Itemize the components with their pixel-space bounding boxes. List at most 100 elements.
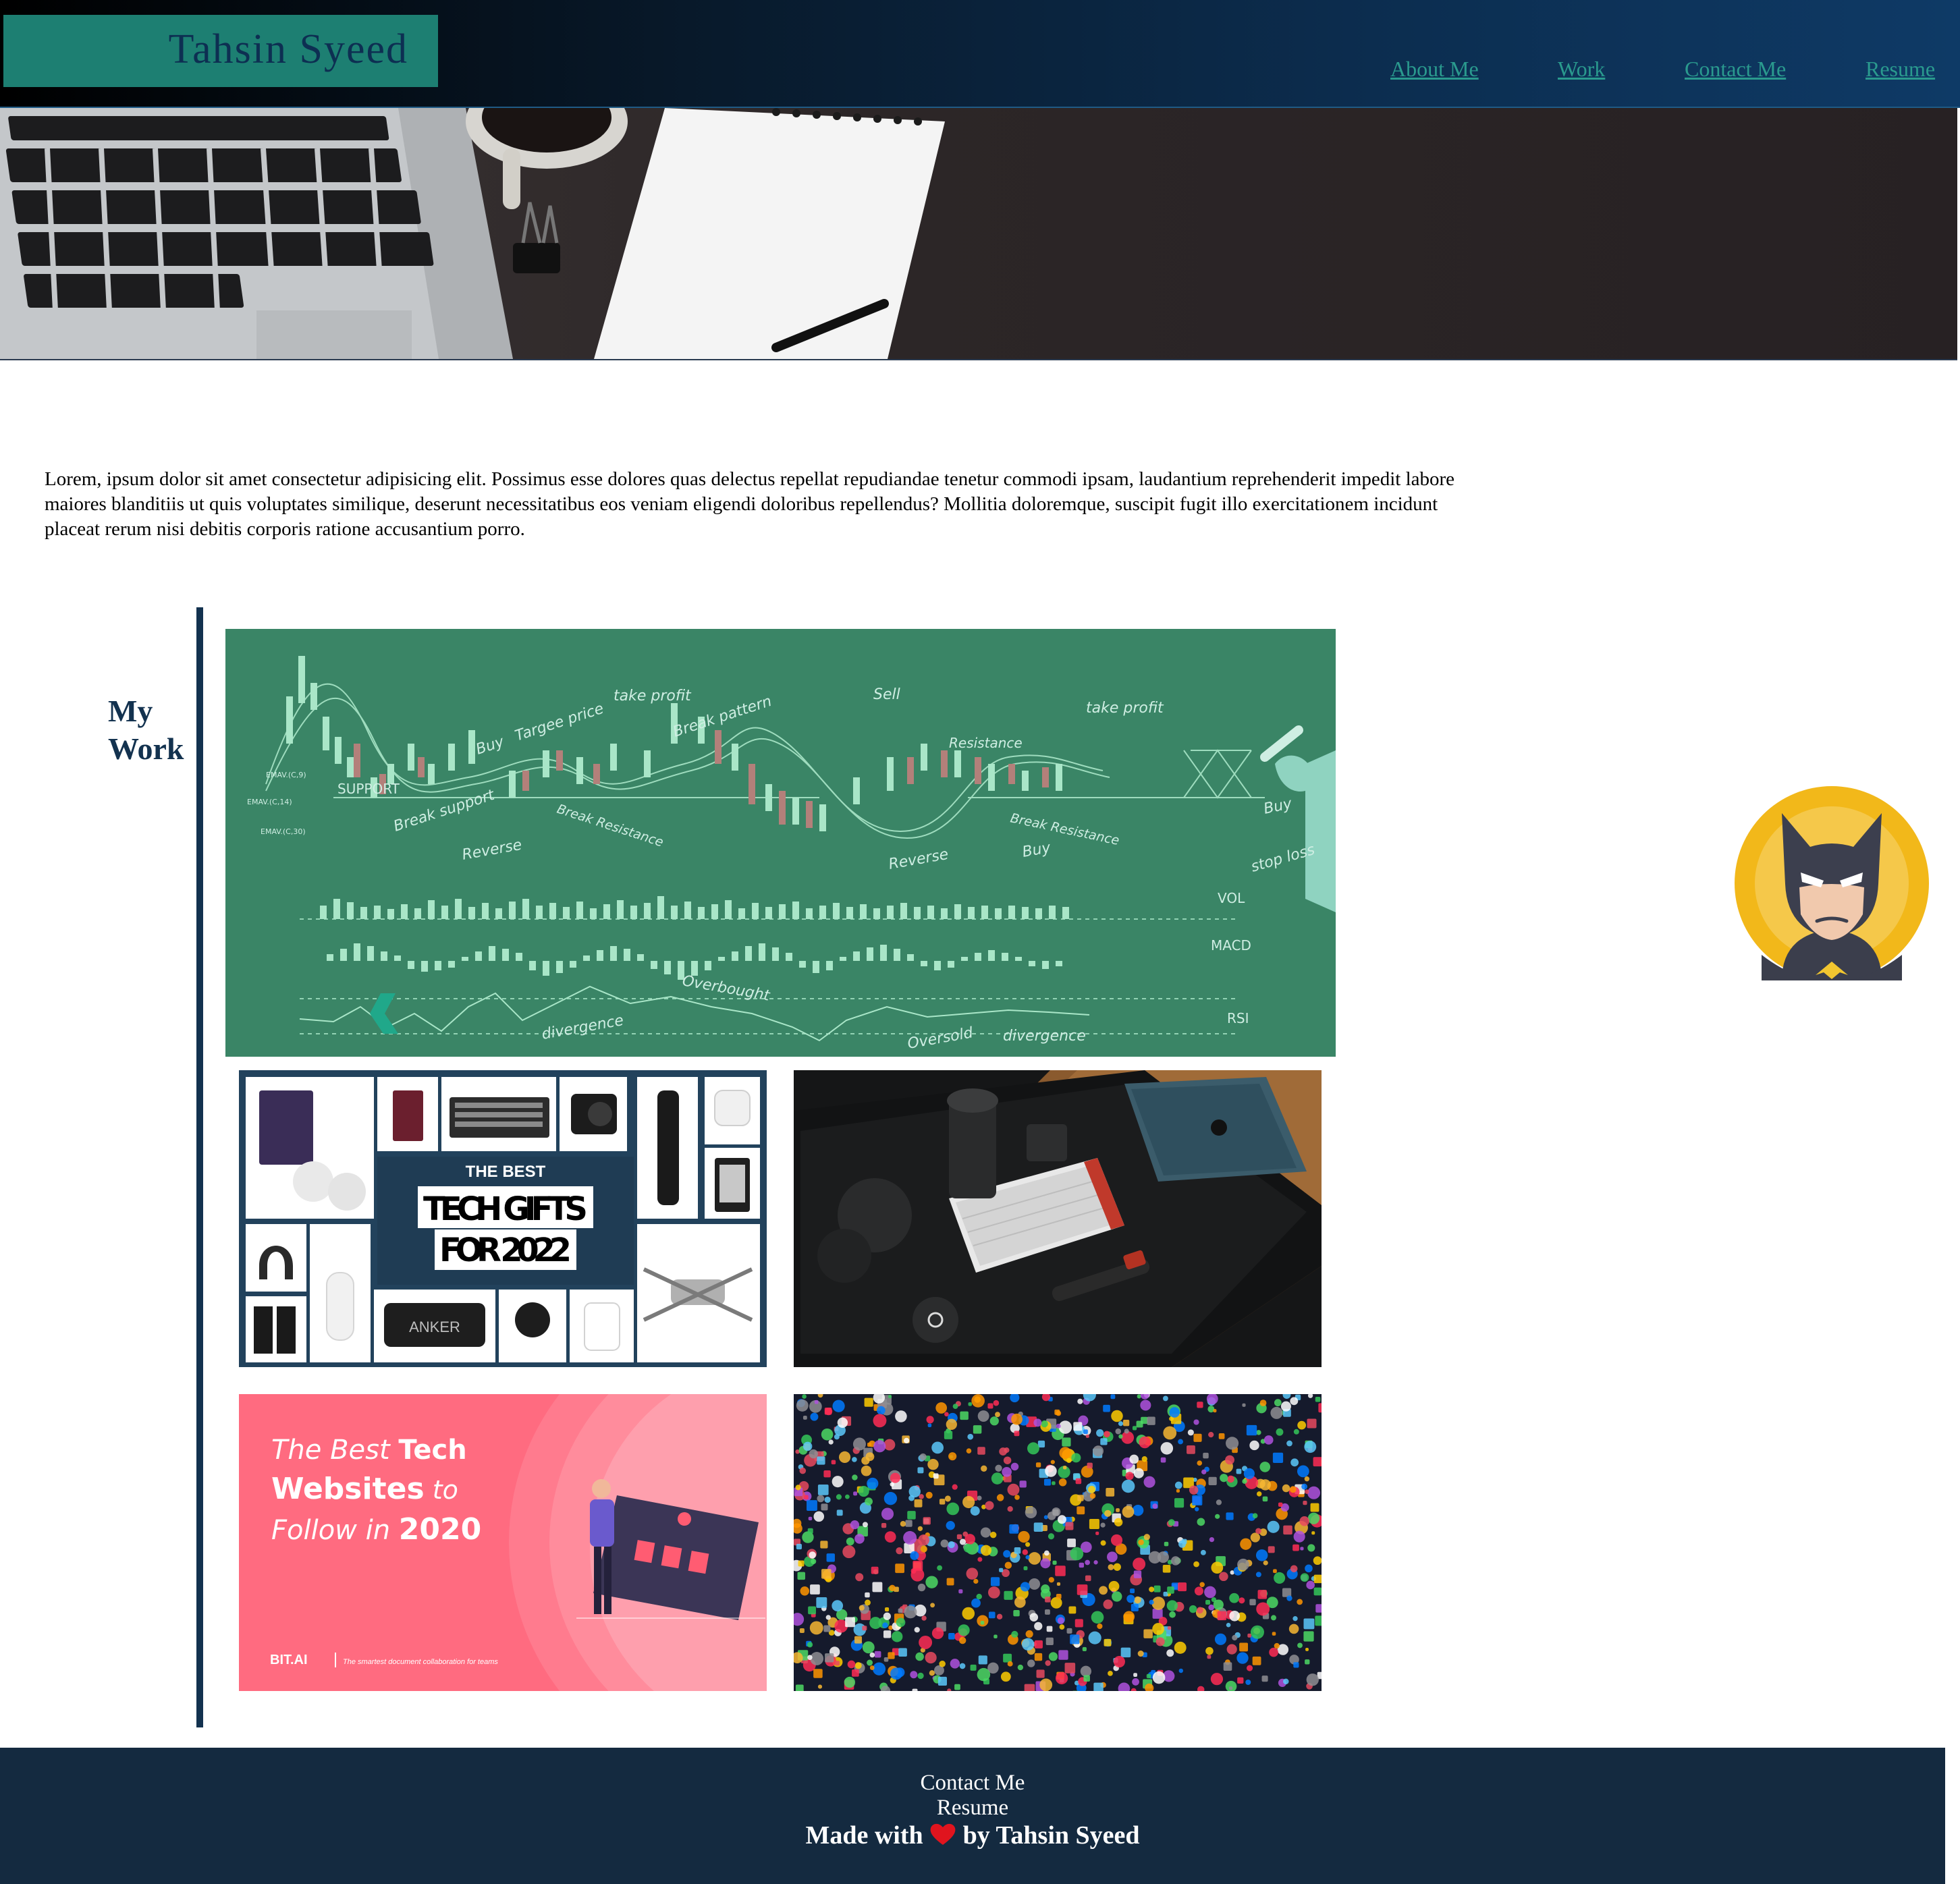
collage-icon	[1225, 1455, 1234, 1465]
work-image-desk-setup[interactable]	[794, 1070, 1322, 1367]
collage-icon	[1068, 1606, 1077, 1614]
work-image-app-icons-collage[interactable]	[794, 1394, 1322, 1691]
collage-icon	[1245, 1679, 1251, 1685]
gifts-line1: THE BEST	[466, 1163, 546, 1181]
collage-icon	[854, 1636, 863, 1644]
collage-icon	[1033, 1522, 1043, 1532]
collage-icon	[903, 1530, 917, 1545]
avatar[interactable]	[1735, 786, 1929, 982]
collage-icon	[1255, 1572, 1261, 1578]
collage-icon	[1003, 1456, 1012, 1464]
collage-icon	[962, 1495, 975, 1509]
collage-icon	[1058, 1478, 1067, 1487]
footer-resume-link[interactable]: Resume	[0, 1796, 1945, 1821]
collage-icon	[1300, 1573, 1309, 1582]
collage-icon	[1307, 1394, 1313, 1398]
collage-icon	[903, 1437, 910, 1444]
collage-icon	[970, 1664, 977, 1671]
collage-icon	[1223, 1662, 1232, 1671]
footer-contact-link[interactable]: Contact Me	[0, 1771, 1945, 1796]
collage-icon	[1226, 1622, 1231, 1628]
collage-icon	[873, 1569, 879, 1574]
work-image-trading-chart[interactable]: take profit Sell take profit Targee pric…	[225, 629, 1336, 1057]
collage-icon	[937, 1565, 943, 1571]
chart-label: MACD	[1211, 937, 1251, 953]
collage-icon	[968, 1402, 972, 1406]
collage-icon	[1025, 1506, 1037, 1519]
collage-icon	[1283, 1678, 1289, 1685]
footer-credit: Made with by Tahsin Syeed	[0, 1821, 1945, 1850]
collage-icon	[873, 1414, 887, 1428]
collage-icon	[1058, 1650, 1068, 1660]
collage-icon	[926, 1416, 934, 1424]
collage-icon	[802, 1416, 807, 1420]
collage-icon	[993, 1634, 998, 1639]
collage-icon	[995, 1464, 1002, 1472]
nav-contact-me[interactable]: Contact Me	[1685, 57, 1786, 82]
collage-icon	[1211, 1561, 1224, 1574]
collage-icon	[1143, 1629, 1153, 1638]
collage-icon	[946, 1520, 955, 1530]
collage-icon	[1010, 1394, 1020, 1403]
collage-icon	[1104, 1638, 1112, 1646]
collage-icon	[1091, 1611, 1104, 1624]
work-image-tech-gifts[interactable]: ANKER THE BEST TECH GIFTS FOR 2022	[239, 1070, 767, 1367]
nav-resume[interactable]: Resume	[1866, 57, 1935, 82]
collage-icon	[1310, 1503, 1319, 1512]
collage-icon	[1011, 1630, 1018, 1638]
collage-icon	[872, 1582, 883, 1592]
collage-icon	[1200, 1549, 1206, 1555]
collage-icon	[915, 1652, 924, 1661]
collage-icon	[947, 1688, 952, 1691]
collage-icon	[807, 1500, 817, 1511]
collage-icon	[1033, 1418, 1042, 1427]
collage-icon	[1274, 1572, 1286, 1584]
collage-icon	[1052, 1507, 1061, 1517]
collage-icon	[1306, 1673, 1319, 1686]
collage-icon	[1131, 1688, 1137, 1691]
collage-icon	[1166, 1600, 1178, 1611]
collage-icon	[1197, 1686, 1205, 1691]
brand-logo[interactable]: Tahsin Syeed	[3, 15, 438, 87]
nav-about-me[interactable]: About Me	[1390, 57, 1479, 82]
collage-icon	[1205, 1599, 1211, 1605]
collage-icon	[884, 1607, 890, 1612]
collage-icon	[946, 1578, 954, 1586]
collage-icon	[1014, 1597, 1026, 1608]
work-image-tech-websites[interactable]: The Best Tech Websites to Follow in 2020…	[239, 1394, 767, 1691]
collage-icon	[1024, 1684, 1035, 1691]
collage-icon	[977, 1557, 983, 1562]
collage-icon	[842, 1545, 856, 1559]
collage-icon	[1318, 1403, 1322, 1413]
collage-icon	[967, 1433, 974, 1440]
collage-icon	[1004, 1561, 1012, 1569]
collage-icon	[825, 1653, 834, 1663]
chart-label: take profit	[1086, 700, 1164, 717]
collage-icon	[823, 1625, 831, 1632]
collage-icon	[1108, 1580, 1120, 1592]
collage-icon	[1243, 1468, 1255, 1479]
collage-icon	[1116, 1508, 1120, 1512]
nav-work[interactable]: Work	[1558, 57, 1605, 82]
collage-icon	[817, 1684, 823, 1689]
collage-icon	[1018, 1530, 1030, 1543]
collage-icon	[852, 1474, 858, 1480]
collage-icon	[980, 1621, 985, 1625]
collage-icon	[1232, 1634, 1238, 1641]
collage-icon	[1013, 1609, 1020, 1617]
collage-icon	[1122, 1505, 1135, 1518]
batman-avatar-icon	[1735, 786, 1929, 982]
collage-icon	[798, 1560, 805, 1567]
collage-icon	[1189, 1485, 1199, 1495]
collage-icon	[1027, 1442, 1039, 1455]
collage-icon	[1155, 1637, 1165, 1646]
collage-icon	[824, 1496, 831, 1503]
collage-icon	[1197, 1402, 1203, 1408]
collage-icon	[996, 1613, 1003, 1620]
collage-icon	[1065, 1522, 1074, 1530]
collage-icon	[1055, 1566, 1066, 1576]
airpods-icon	[584, 1302, 620, 1351]
collage-icon	[1303, 1618, 1315, 1630]
collage-icon	[852, 1437, 866, 1451]
collage-icon	[809, 1551, 816, 1559]
